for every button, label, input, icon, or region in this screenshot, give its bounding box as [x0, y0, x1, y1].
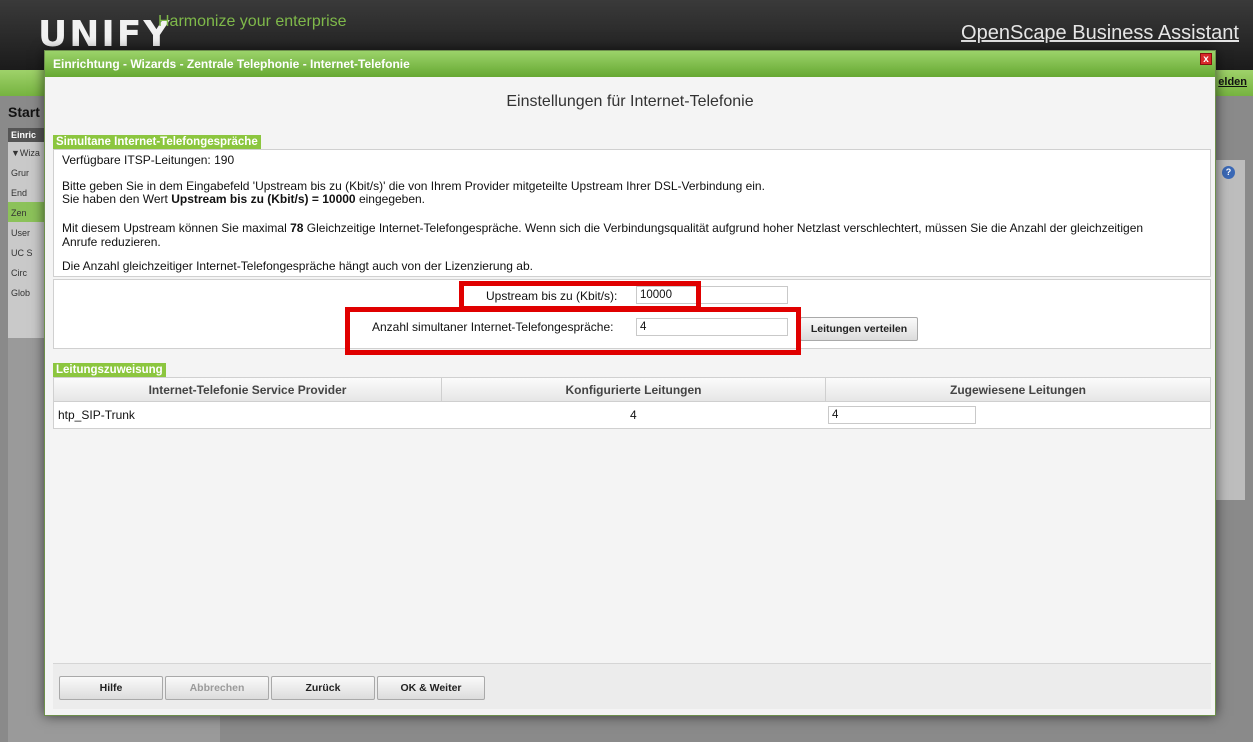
- max-calls-suffix: Gleichzeitige Internet-Telefongespräche.…: [306, 221, 1144, 235]
- dialog-heading: Einstellungen für Internet-Telefonie: [506, 93, 754, 110]
- unify-logo: UNIFY: [38, 14, 172, 55]
- app-right-panel: [1215, 160, 1245, 500]
- entered-value-bold: Upstream bis zu (Kbit/s) = 10000: [171, 192, 356, 206]
- max-calls-prefix: Mit diesem Upstream können Sie maximal: [62, 221, 287, 235]
- entered-value-text: Sie haben den Wert Upstream bis zu (Kbit…: [62, 193, 425, 206]
- section-label-simultaneous: Simultane Internet-Telefongespräche: [53, 135, 261, 149]
- column-header-assigned: Zugewiesene Leitungen: [826, 378, 1210, 402]
- column-header-provider: Internet-Telefonie Service Provider: [54, 378, 442, 402]
- app-title[interactable]: OpenScape Business Assistant: [961, 22, 1239, 45]
- line-assignment-table: Internet-Telefonie Service Provider Konf…: [53, 377, 1211, 429]
- close-icon[interactable]: x: [1200, 53, 1212, 65]
- logo-tagline: Harmonize your enterprise: [158, 13, 347, 30]
- max-calls-text: Mit diesem Upstream können Sie maximal 7…: [62, 222, 1208, 235]
- available-lines-text: Verfügbare ITSP-Leitungen: 190: [62, 153, 235, 167]
- distribute-lines-button[interactable]: Leitungen verteilen: [800, 317, 918, 341]
- row-configured-lines: 4: [630, 408, 637, 422]
- row-assigned-lines-field[interactable]: 4: [828, 406, 976, 424]
- wizard-dialog: Einrichtung - Wizards - Zentrale Telepho…: [44, 50, 1216, 716]
- dialog-footer: Hilfe Abbrechen Zurück OK & Weiter: [53, 663, 1211, 709]
- entered-value-suffix: eingegeben.: [358, 192, 426, 206]
- page-start-title: Start: [8, 104, 40, 120]
- license-note-text: Die Anzahl gleichzeitiger Internet-Telef…: [62, 259, 533, 273]
- back-button[interactable]: Zurück: [271, 676, 375, 700]
- logout-link[interactable]: elden: [1218, 76, 1247, 88]
- max-calls-number: 78: [290, 221, 304, 235]
- help-icon[interactable]: ?: [1222, 166, 1235, 179]
- dialog-titlebar: Einrichtung - Wizards - Zentrale Telepho…: [45, 51, 1215, 77]
- ok-next-button[interactable]: OK & Weiter: [377, 676, 485, 700]
- simultaneous-info-panel: Verfügbare ITSP-Leitungen: 190 Bitte geb…: [53, 149, 1211, 277]
- section-label-assignment: Leitungszuweisung: [53, 363, 166, 377]
- row-provider: htp_SIP-Trunk: [58, 408, 135, 422]
- max-calls-line2: Anrufe reduzieren.: [62, 235, 161, 249]
- entered-value-prefix: Sie haben den Wert: [62, 192, 168, 206]
- calls-highlight: [345, 307, 801, 355]
- cancel-button[interactable]: Abbrechen: [165, 676, 269, 700]
- column-header-configured: Konfigurierte Leitungen: [442, 378, 826, 402]
- help-button[interactable]: Hilfe: [59, 676, 163, 700]
